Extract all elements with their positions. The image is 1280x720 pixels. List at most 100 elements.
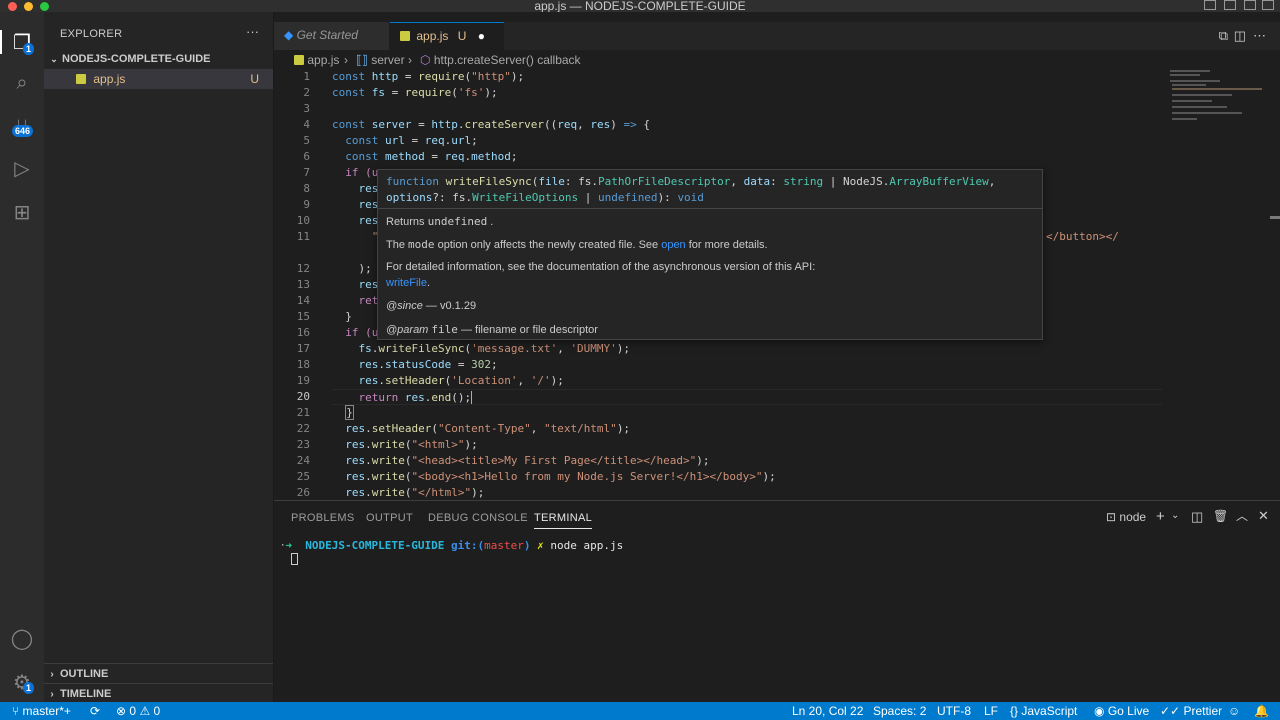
sync-icon[interactable]: ⟳	[90, 702, 100, 720]
manage-badge: 1	[23, 682, 35, 694]
async-text: For detailed information, see the docume…	[386, 261, 816, 273]
line-number: 26	[296, 486, 310, 499]
feedback-icon[interactable]: ☺	[1228, 702, 1240, 720]
unsaved-dot-icon[interactable]: ●	[478, 29, 485, 43]
line-number	[274, 245, 310, 261]
code-line-7: if (u	[332, 166, 379, 179]
line-number: 12	[296, 262, 310, 275]
open-link[interactable]: open	[661, 239, 685, 251]
hover-tooltip: function writeFileSync(file: fs.PathOrFi…	[377, 169, 1043, 340]
tab-app-js[interactable]: app.js U ●	[390, 22, 504, 50]
writefile-link[interactable]: writeFile	[386, 277, 427, 289]
terminal-prompt-line[interactable]: ·➜ NODEJS-COMPLETE-GUIDE git:(master) ✗ …	[280, 539, 623, 552]
toggle-sidebar-icon[interactable]	[1204, 0, 1216, 10]
code-line-19: res.setHeader('Location', '/');	[358, 374, 564, 387]
timeline-section-header[interactable]: › TIMELINE	[44, 683, 273, 703]
line-number: 21	[296, 406, 310, 419]
workspace-folder[interactable]: ⌄ NODEJS-COMPLETE-GUIDE	[44, 49, 273, 69]
line-number: 11	[296, 230, 310, 243]
split-editor-icon[interactable]: ◫	[1234, 28, 1246, 44]
chevron-down-icon[interactable]: ⌄	[1171, 510, 1179, 521]
title-bar: app.js — NODEJS-COMPLETE-GUIDE	[0, 0, 1280, 12]
minimap[interactable]	[1168, 68, 1268, 128]
line-number: 15	[296, 310, 310, 323]
problems-indicator[interactable]: ⊗ 0 ⚠ 0	[116, 702, 160, 720]
code-line-1: const http = require("http");	[332, 70, 525, 83]
window-title: app.js — NODEJS-COMPLETE-GUIDE	[534, 0, 746, 12]
line-number: 20	[296, 390, 310, 403]
code-line-4: const server = http.createServer((req, r…	[332, 118, 650, 131]
editor-tabs: ◆ Get Started app.js U ● ⧉ ◫ ⋯	[274, 22, 1280, 50]
prettier-status[interactable]: ✓✓ Prettier	[1160, 702, 1222, 720]
go-live-button[interactable]: ◉ Go Live	[1094, 702, 1149, 720]
indentation[interactable]: Spaces: 2	[873, 702, 926, 720]
outline-section-header[interactable]: › OUTLINE	[44, 663, 273, 683]
split-terminal-icon[interactable]: ◫	[1191, 509, 1203, 525]
terminal-command: node app.js	[550, 539, 624, 552]
extensions-icon[interactable]: ⊞	[10, 200, 34, 224]
search-icon[interactable]: ⌕	[10, 70, 34, 94]
cursor-position[interactable]: Ln 20, Col 22	[792, 702, 863, 720]
javascript-file-icon	[400, 31, 410, 41]
code-line-25: res.write("<body><h1>Hello from my Node.…	[345, 470, 776, 483]
terminal-shell-label: node	[1119, 510, 1147, 524]
kill-terminal-trash-icon[interactable]: 🗑	[1213, 509, 1228, 523]
file-item-appjs[interactable]: app.js U	[44, 69, 273, 89]
warning-icon: ⚠	[139, 704, 151, 718]
bottom-panel: PROBLEMS OUTPUT DEBUG CONSOLE TERMINAL ⊡…	[274, 500, 1280, 702]
close-panel-icon[interactable]: ✕	[1258, 508, 1269, 524]
breadcrumb-server[interactable]: ⟦⟧ server	[356, 50, 405, 70]
timeline-label: TIMELINE	[60, 688, 112, 700]
language-mode[interactable]: {} JavaScript	[1010, 702, 1077, 720]
explorer-title: EXPLORER	[60, 28, 123, 40]
zoom-window-button[interactable]	[40, 2, 49, 11]
line-number: 18	[296, 358, 310, 371]
chevron-right-icon: ›	[408, 53, 412, 67]
code-line-14: ret	[332, 294, 379, 307]
toggle-panel-icon[interactable]	[1224, 0, 1236, 10]
end-of-line[interactable]: LF	[984, 702, 998, 720]
open-changes-icon[interactable]: ⧉	[1219, 28, 1228, 44]
code-line-26: res.write("</html>");	[345, 486, 485, 499]
customize-layout-icon[interactable]	[1262, 0, 1274, 10]
encoding[interactable]: UTF-8	[937, 702, 971, 720]
code-line-11: "	[332, 230, 379, 243]
line-number: 4	[303, 118, 310, 131]
accounts-icon[interactable]: ◯	[10, 626, 34, 650]
maximize-panel-chevron-up-icon[interactable]: ︿	[1236, 507, 1248, 524]
line-number: 2	[303, 86, 310, 99]
tab-output[interactable]: OUTPUT	[366, 512, 413, 524]
more-actions-icon[interactable]: ⋯	[1253, 28, 1266, 44]
line-number: 17	[296, 342, 310, 355]
run-debug-icon[interactable]: ▷	[10, 156, 34, 180]
new-terminal-plus-icon[interactable]: +	[1156, 508, 1165, 525]
breadcrumb-file-label: app.js	[307, 53, 340, 67]
tab-terminal[interactable]: TERMINAL	[534, 512, 593, 529]
terminal-shell-selector[interactable]: ⊡ node	[1106, 510, 1146, 524]
line-number: 6	[303, 150, 310, 163]
notifications-bell-icon[interactable]: 🔔	[1254, 702, 1269, 720]
tab-debug-console[interactable]: DEBUG CONSOLE	[428, 512, 528, 524]
breadcrumb-callback[interactable]: ⬡ http.createServer() callback	[420, 50, 581, 70]
param-text: @param file — filename or file descripto…	[386, 323, 598, 336]
line-number: 3	[303, 102, 310, 115]
code-line-16: if (u	[332, 326, 379, 339]
explorer-more-actions-icon[interactable]: ···	[246, 24, 259, 39]
close-window-button[interactable]	[8, 2, 17, 11]
tab-problems[interactable]: PROBLEMS	[291, 512, 355, 524]
code-line-6: const method = req.method;	[345, 150, 518, 163]
since-text: @since — v0.1.29	[386, 300, 477, 312]
file-name: app.js	[93, 72, 126, 86]
branch-indicator[interactable]: ⑂ master*+	[12, 702, 71, 720]
code-line-12: );	[332, 262, 372, 275]
editor-scrollbar[interactable]	[1270, 68, 1280, 500]
line-number: 22	[296, 422, 310, 435]
minimize-window-button[interactable]	[24, 2, 33, 11]
toggle-secondary-sidebar-icon[interactable]	[1244, 0, 1256, 10]
tab-get-started[interactable]: ◆ Get Started	[274, 22, 390, 50]
breadcrumb-file[interactable]: app.js	[294, 50, 339, 70]
line-number: 7	[303, 166, 310, 179]
line-number: 25	[296, 470, 310, 483]
double-check-icon: ✓✓	[1160, 704, 1181, 718]
tab-label: app.js	[416, 29, 449, 43]
